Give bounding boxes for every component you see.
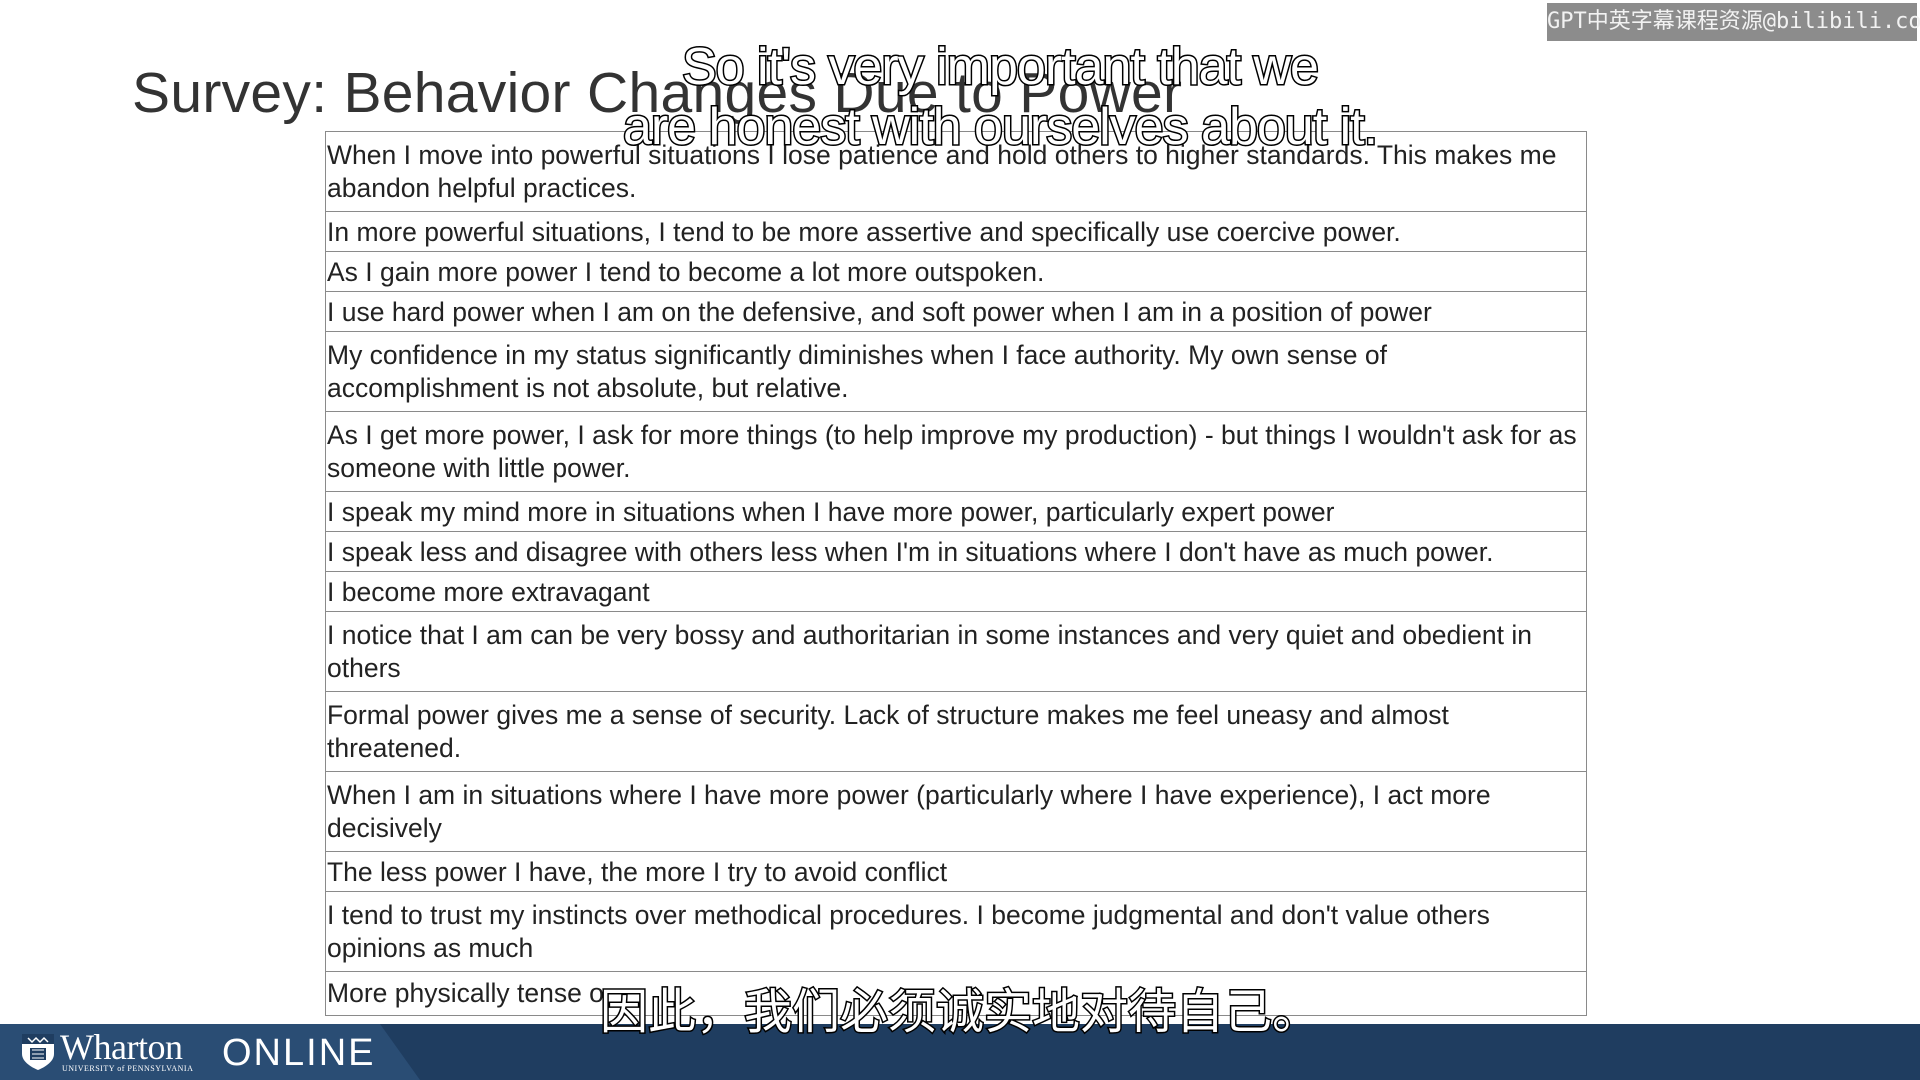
- survey-row-text: I speak less and disagree with others le…: [327, 536, 1494, 567]
- survey-response-table: When I move into powerful situations I l…: [325, 131, 1587, 1016]
- survey-row: As I gain more power I tend to become a …: [326, 252, 1586, 292]
- watermark-label: GPT中英字幕课程资源@bilibili.com: [1547, 3, 1920, 41]
- wharton-subtitle: UNIVERSITY of PENNSYLVANIA: [62, 1064, 194, 1073]
- survey-row-text: Formal power gives me a sense of securit…: [327, 700, 1449, 763]
- survey-row: I tend to trust my instincts over method…: [326, 892, 1586, 972]
- survey-row: When I am in situations where I have mor…: [326, 772, 1586, 852]
- survey-row-text: I notice that I am can be very bossy and…: [327, 620, 1532, 683]
- survey-row-text: As I get more power, I ask for more thin…: [327, 420, 1577, 483]
- survey-row: I speak less and disagree with others le…: [326, 532, 1586, 572]
- survey-row: I notice that I am can be very bossy and…: [326, 612, 1586, 692]
- survey-row: As I get more power, I ask for more thin…: [326, 412, 1586, 492]
- survey-row: My confidence in my status significantly…: [326, 332, 1586, 412]
- slide: Survey: Behavior Changes Due to Power Wh…: [0, 0, 1920, 1080]
- survey-row-text: I speak my mind more in situations when …: [327, 496, 1335, 527]
- survey-row-text: As I gain more power I tend to become a …: [327, 256, 1045, 287]
- english-subtitle-line-1: So it's very important that we: [681, 37, 1321, 98]
- survey-row: In more powerful situations, I tend to b…: [326, 212, 1586, 252]
- survey-row: I use hard power when I am on the defens…: [326, 292, 1586, 332]
- chinese-subtitle: 因此，我们必须诚实地对待自己。: [598, 983, 1321, 1042]
- survey-row-text: In more powerful situations, I tend to b…: [327, 216, 1401, 247]
- survey-row: I speak my mind more in situations when …: [326, 492, 1586, 532]
- survey-row-text: The less power I have, the more I try to…: [327, 856, 948, 887]
- survey-row: Formal power gives me a sense of securit…: [326, 692, 1586, 772]
- survey-row: I become more extravagant: [326, 572, 1586, 612]
- survey-row-text: When I am in situations where I have mor…: [327, 780, 1491, 843]
- survey-row-text: I use hard power when I am on the defens…: [327, 296, 1432, 327]
- english-subtitle-line-2: are honest with ourselves about it.: [621, 97, 1379, 158]
- survey-row-text: I tend to trust my instincts over method…: [327, 900, 1490, 963]
- survey-row-text: I become more extravagant: [327, 576, 650, 607]
- survey-row: The less power I have, the more I try to…: [326, 852, 1586, 892]
- survey-row-text: My confidence in my status significantly…: [327, 340, 1387, 403]
